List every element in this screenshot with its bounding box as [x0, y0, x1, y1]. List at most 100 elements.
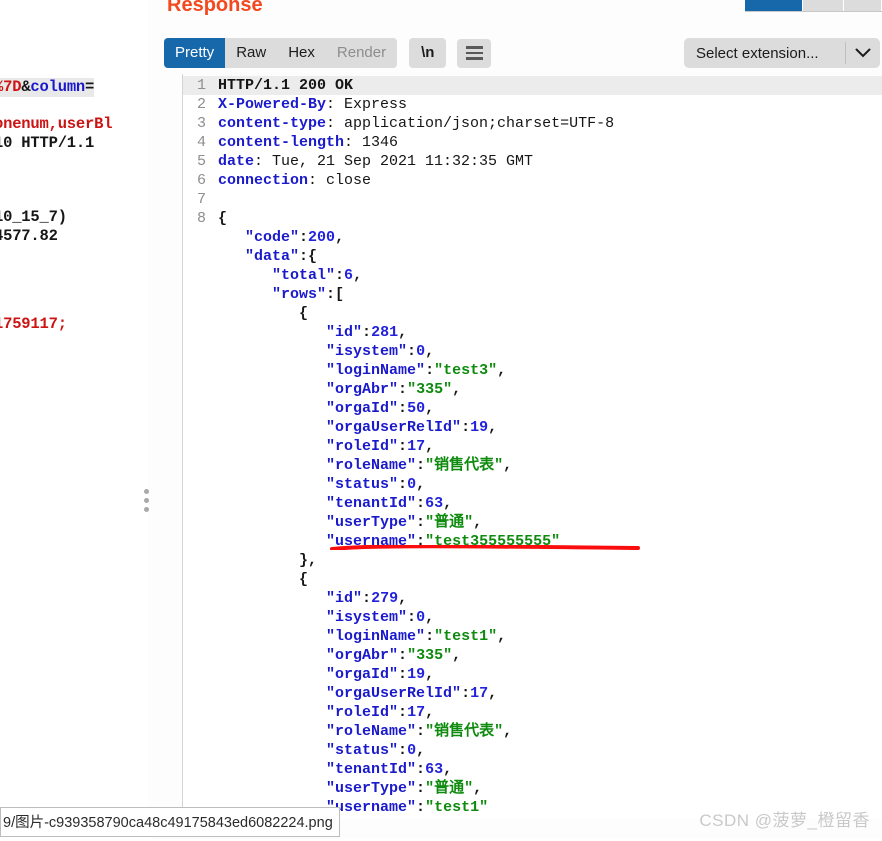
code-line: { [183, 570, 882, 589]
select-extension-dropdown[interactable]: Select extension... [684, 38, 880, 68]
select-extension-value: Select extension... [696, 44, 819, 62]
response-body-viewer[interactable]: 1 HTTP/1.1 200 OK 2 X-Powered-By: Express 3 c… [183, 76, 882, 819]
line-number: 8 [196, 210, 206, 227]
code-line: "userType":"普通", [183, 779, 882, 798]
code-line: "roleName":"销售代表", [183, 456, 882, 475]
line-content: { [299, 571, 309, 588]
code-line: "data":{ [183, 247, 882, 266]
request-fragment-3: 10 HTTP/1.1 [0, 134, 95, 152]
code-line: "roleName":"销售代表", [183, 722, 882, 741]
view-mode-segmented-control: Pretty Raw Hex Render [164, 38, 398, 68]
line-number: 4 [196, 134, 206, 151]
line-number: 6 [196, 172, 206, 189]
tab-hex[interactable]: Hex [277, 38, 326, 68]
line-content: "roleId":17, [326, 438, 435, 455]
line-content: { [218, 210, 228, 227]
code-line: "id":279, [183, 589, 882, 608]
code-line: "userType":"普通", [183, 513, 882, 532]
line-content: "orgaUserRelId":19, [326, 419, 498, 436]
request-fragment-1: %7D&column= [0, 78, 94, 97]
line-content: "data":{ [245, 248, 318, 265]
newline-toggle-button[interactable]: \n [409, 38, 447, 68]
drag-handle-dots-icon[interactable] [144, 489, 151, 512]
line-content: "orgaId":50, [326, 400, 435, 417]
line-number: 7 [196, 191, 206, 208]
code-line: "roleId":17, [183, 437, 882, 456]
code-line: 7 [183, 190, 882, 209]
line-content: "tenantId":63, [326, 495, 453, 512]
line-content: "isystem":0, [326, 609, 435, 626]
hamburger-menu-icon[interactable] [457, 38, 492, 68]
code-line: "status":0, [183, 741, 882, 760]
code-line: "tenantId":63, [183, 494, 882, 513]
code-line: "orgaId":19, [183, 665, 882, 684]
code-line: "total":6, [183, 266, 882, 285]
request-fragment-2: onenum,userBl [0, 115, 113, 133]
code-line: "rows":[ [183, 285, 882, 304]
line-content: "id":281, [326, 324, 408, 341]
code-line: "orgaUserRelId":19, [183, 418, 882, 437]
line-content: "isystem":0, [326, 343, 435, 360]
code-line: "orgAbr":"335", [183, 380, 882, 399]
status-bar-filename: 9/图片-c939358790ca48c49175843ed6082224.pn… [0, 807, 340, 837]
line-content: HTTP/1.1 200 OK [218, 77, 354, 94]
line-content: }, [299, 552, 318, 569]
chevron-down-icon[interactable] [846, 48, 880, 58]
code-line: "loginName":"test3", [183, 361, 882, 380]
code-line: "roleId":17, [183, 703, 882, 722]
code-line: 5 date: Tue, 21 Sep 2021 11:32:35 GMT [183, 152, 882, 171]
code-line: "orgaId":50, [183, 399, 882, 418]
code-line: "username":"test355555555" [183, 532, 882, 551]
line-content: "userType":"普通", [326, 780, 483, 797]
line-content: "tenantId":63, [326, 761, 453, 778]
code-line: "status":0, [183, 475, 882, 494]
line-content: "status":0, [326, 742, 426, 759]
line-content: X-Powered-By: Express [218, 96, 408, 113]
line-content: "loginName":"test3", [326, 362, 507, 379]
line-content: "total":6, [272, 267, 363, 284]
code-line: "isystem":0, [183, 342, 882, 361]
line-content: "rows":[ [272, 286, 345, 303]
line-content: "roleName":"销售代表", [326, 723, 513, 740]
code-line: "orgaUserRelId":17, [183, 684, 882, 703]
code-line: { [183, 304, 882, 323]
line-content: "userType":"普通", [326, 514, 483, 531]
top-tab-selected[interactable] [745, 0, 804, 11]
tab-pretty[interactable]: Pretty [164, 38, 226, 68]
code-line: }, [183, 551, 882, 570]
tab-render[interactable]: Render [325, 38, 398, 68]
line-content: "status":0, [326, 476, 426, 493]
line-content: "loginName":"test1", [326, 628, 507, 645]
code-line: "id":281, [183, 323, 882, 342]
code-line: 6 connection: close [183, 171, 882, 190]
line-content: "orgAbr":"335", [326, 647, 462, 664]
line-number: 1 [196, 77, 206, 94]
page-title: Response [167, 0, 263, 16]
view-mode-toolbar: Pretty Raw Hex Render \n [164, 38, 492, 68]
line-content: "username":"test355555555" [326, 533, 561, 550]
code-line: 8{ [183, 209, 882, 228]
code-line: 1 HTTP/1.1 200 OK [183, 76, 882, 95]
request-fragment-6: 1759117; [0, 315, 67, 333]
line-content: "code":200, [245, 229, 345, 246]
line-content: { [299, 305, 309, 322]
request-fragment-4: 10_15_7) [0, 208, 67, 226]
code-line: 4 content-length: 1346 [183, 133, 882, 152]
top-tab-strip[interactable] [745, 0, 882, 12]
line-number: 3 [196, 115, 206, 132]
code-line: "loginName":"test1", [183, 627, 882, 646]
csdn-watermark: CSDN @菠萝_橙留香 [699, 811, 870, 830]
code-line: "tenantId":63, [183, 760, 882, 779]
code-line: "isystem":0, [183, 608, 882, 627]
line-content: "roleId":17, [326, 704, 435, 721]
code-line: "code":200, [183, 228, 882, 247]
request-fragment-5: 4577.82 [0, 227, 58, 245]
top-tab-2[interactable] [803, 0, 844, 11]
tab-raw[interactable]: Raw [225, 38, 278, 68]
request-panel-clipped: %7D&column= onenum,userBl 10 HTTP/1.1 10… [0, 0, 148, 841]
top-tab-3[interactable] [843, 0, 882, 11]
line-content: "orgaUserRelId":17, [326, 685, 498, 702]
code-line: 2 X-Powered-By: Express [183, 95, 882, 114]
code-line: "orgAbr":"335", [183, 646, 882, 665]
burp-response-viewer: %7D&column= onenum,userBl 10 HTTP/1.1 10… [0, 0, 882, 841]
